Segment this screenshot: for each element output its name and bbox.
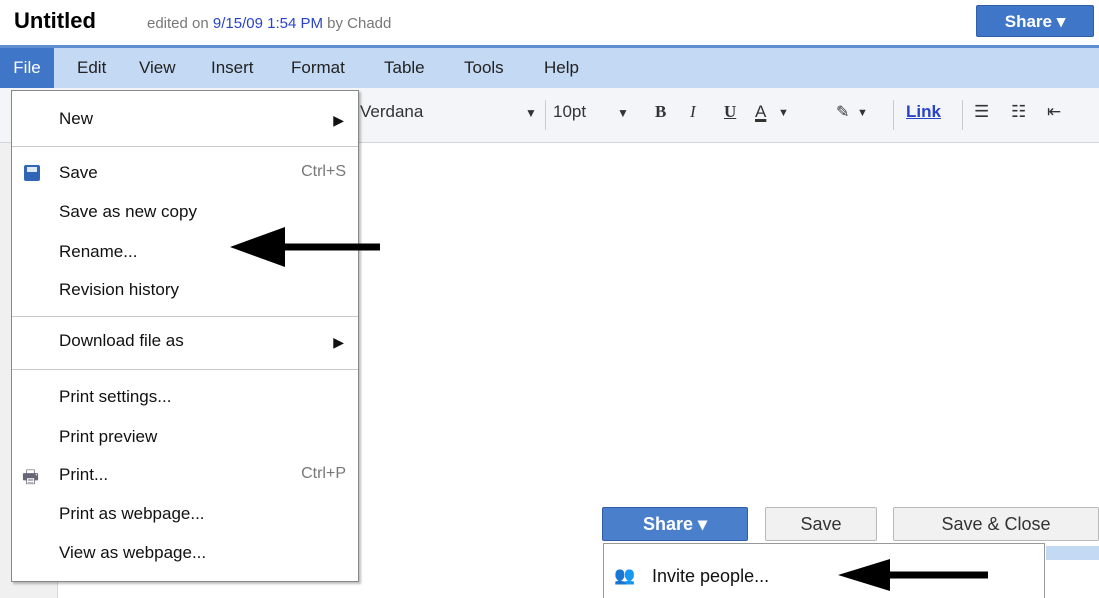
save-button[interactable]: Save bbox=[765, 507, 877, 541]
printer-icon: 🖶 bbox=[22, 467, 39, 487]
floppy-label bbox=[27, 167, 37, 172]
menu-table[interactable]: Table bbox=[384, 58, 425, 78]
chevron-down-icon[interactable]: ▼ bbox=[778, 107, 789, 119]
print-shortcut: Ctrl+P bbox=[301, 465, 346, 482]
invite-people-icon: 👥 bbox=[614, 566, 636, 585]
menu-divider bbox=[12, 369, 358, 370]
annotation-arrow-left bbox=[838, 559, 988, 591]
edit-date-link[interactable]: 9/15/09 1:54 PM bbox=[213, 15, 323, 32]
menu-item-save[interactable]: Save bbox=[59, 163, 98, 183]
toolbar-divider bbox=[893, 100, 894, 130]
edit-info: edited on 9/15/09 1:54 PM by Chadd bbox=[147, 15, 391, 32]
menu-tools[interactable]: Tools bbox=[464, 58, 504, 78]
save-shortcut: Ctrl+S bbox=[301, 163, 346, 180]
menu-view[interactable]: View bbox=[139, 58, 176, 78]
menubar: File Edit View Insert Format Table Tools… bbox=[0, 45, 1099, 88]
chevron-down-icon[interactable]: ▼ bbox=[857, 107, 868, 119]
menu-item-print[interactable]: Print... bbox=[59, 465, 108, 485]
text-color-button[interactable]: A bbox=[755, 102, 766, 122]
bulleted-list-icon[interactable]: ☷ bbox=[1011, 102, 1026, 122]
menu-divider bbox=[12, 316, 358, 317]
menu-edit[interactable]: Edit bbox=[77, 58, 106, 78]
menu-item-print-preview[interactable]: Print preview bbox=[59, 427, 157, 447]
submenu-arrow-icon: ▶ bbox=[333, 334, 344, 350]
document-title[interactable]: Untitled bbox=[14, 8, 96, 34]
chevron-down-icon[interactable]: ▼ bbox=[525, 106, 537, 120]
menu-insert[interactable]: Insert bbox=[211, 58, 254, 78]
annotation-arrow-left bbox=[230, 227, 380, 267]
file-menu: New ▶ Save Ctrl+S Save as new copy Renam… bbox=[11, 90, 359, 582]
submenu-arrow-icon: ▶ bbox=[333, 112, 344, 128]
menu-item-download[interactable]: Download file as bbox=[59, 331, 184, 351]
font-select-value: Verdana bbox=[360, 102, 424, 121]
share-button-top[interactable]: Share ▾ bbox=[976, 5, 1094, 37]
menu-divider bbox=[12, 146, 358, 147]
toolbar-divider bbox=[962, 100, 963, 130]
save-close-button[interactable]: Save & Close bbox=[893, 507, 1099, 541]
chevron-down-icon[interactable]: ▼ bbox=[617, 106, 629, 120]
menu-item-print-webpage[interactable]: Print as webpage... bbox=[59, 504, 205, 524]
bold-button[interactable]: B bbox=[655, 102, 666, 122]
decrease-indent-icon[interactable]: ⇤ bbox=[1047, 102, 1061, 122]
menu-item-revision-history[interactable]: Revision history bbox=[59, 280, 179, 300]
menu-item-new[interactable]: New bbox=[59, 109, 93, 129]
underline-button[interactable]: U bbox=[724, 102, 736, 122]
numbered-list-icon[interactable]: ☰ bbox=[974, 102, 989, 122]
menu-help[interactable]: Help bbox=[544, 58, 579, 78]
toolbar-divider bbox=[545, 100, 546, 130]
menu-file[interactable]: File bbox=[0, 48, 54, 88]
menu-item-rename[interactable]: Rename... bbox=[59, 242, 137, 262]
menu-item-print-settings[interactable]: Print settings... bbox=[59, 387, 171, 407]
bar-strip bbox=[1046, 546, 1099, 560]
menu-item-view-webpage[interactable]: View as webpage... bbox=[59, 543, 206, 563]
link-button[interactable]: Link bbox=[906, 102, 941, 122]
edit-info-prefix: edited on bbox=[147, 15, 213, 32]
floppy-icon bbox=[24, 165, 40, 181]
font-select[interactable]: Verdana bbox=[360, 102, 423, 122]
italic-button[interactable]: I bbox=[690, 102, 696, 122]
font-size-value: 10pt bbox=[553, 102, 587, 121]
menu-item-save-copy[interactable]: Save as new copy bbox=[59, 202, 197, 222]
font-size-select[interactable]: 10pt bbox=[553, 102, 586, 122]
edit-info-suffix: by Chadd bbox=[322, 15, 392, 32]
menu-item-invite-people[interactable]: Invite people... bbox=[652, 566, 769, 587]
share-button-bottom[interactable]: Share ▾ bbox=[602, 507, 748, 541]
highlight-icon[interactable]: ✎ bbox=[836, 102, 849, 122]
menu-format[interactable]: Format bbox=[291, 58, 345, 78]
